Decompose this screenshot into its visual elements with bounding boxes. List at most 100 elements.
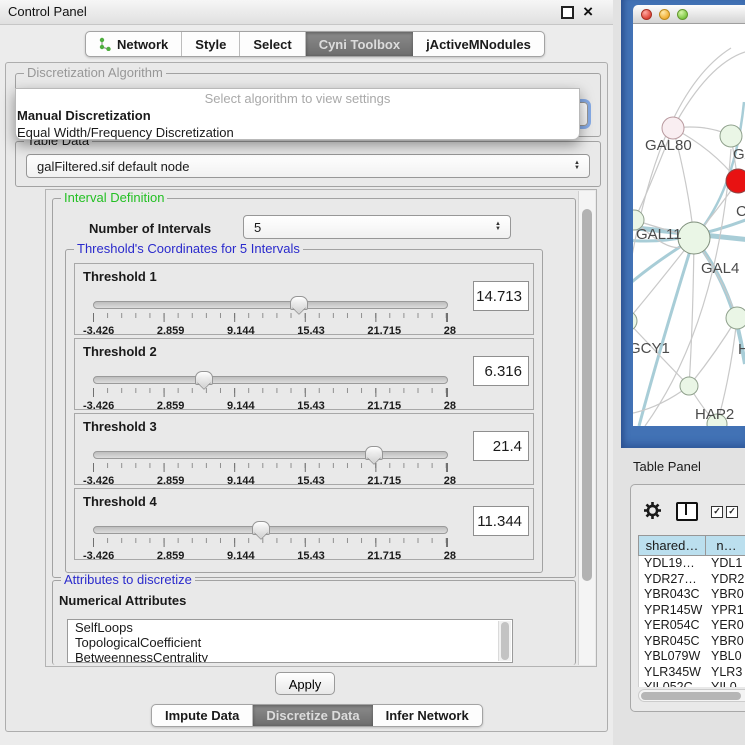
node-label-partial-c[interactable]: C: [736, 203, 745, 220]
checkbox-icon-2[interactable]: ✓: [726, 506, 738, 518]
table-data-combobox[interactable]: galFiltered.sif default node ▲▼: [26, 154, 590, 178]
cell-shared-name[interactable]: YPR145W: [639, 603, 705, 619]
table-row[interactable]: YPR145W YPR1: [639, 603, 745, 619]
close-window-icon[interactable]: [641, 9, 652, 20]
slider-thumb[interactable]: [365, 446, 383, 460]
node-selected-red[interactable]: [726, 169, 745, 193]
cell-shared-name[interactable]: YBL079W: [639, 649, 705, 665]
slider-track[interactable]: [93, 376, 448, 384]
network-window-titlebar[interactable]: [633, 5, 745, 24]
node-h[interactable]: [726, 307, 745, 329]
attribute-list-item[interactable]: BetweennessCentrality: [68, 650, 512, 663]
network-graph: [633, 24, 745, 426]
threshold-value-field[interactable]: 21.4: [473, 431, 529, 461]
threshold-slider[interactable]: -3.426 2.859 9.144 15.43 21.715 28: [93, 371, 448, 409]
thresholds-group: Threshold's Coordinates for 5 Intervals …: [65, 249, 543, 573]
tab-impute-data[interactable]: Impute Data: [152, 705, 253, 726]
node-label-gal80[interactable]: GAL80: [645, 137, 692, 154]
node-gal80[interactable]: [662, 117, 684, 139]
apply-button[interactable]: Apply: [275, 672, 335, 695]
node-label-hap2[interactable]: HAP2: [695, 406, 734, 423]
cell-shared-name[interactable]: YDR27…: [639, 572, 705, 588]
minimize-window-icon[interactable]: [659, 9, 670, 20]
zoom-window-icon[interactable]: [677, 9, 688, 20]
slider-track[interactable]: [93, 526, 448, 534]
cell-name[interactable]: YDL1: [705, 556, 745, 572]
table-row[interactable]: YDL19… YDL1: [639, 556, 745, 572]
algorithm-dropdown-popup: Select algorithm to view settings Manual…: [15, 88, 580, 140]
slider-track[interactable]: [93, 451, 448, 459]
node-label-gcy1[interactable]: GCY1: [633, 340, 670, 357]
cell-shared-name[interactable]: YBR043C: [639, 587, 705, 603]
numerical-attributes-list[interactable]: SelfLoops TopologicalCoefficient Between…: [67, 619, 513, 663]
attributes-scrollbar[interactable]: [498, 621, 511, 661]
tab-jactivemnodules[interactable]: jActiveMNodules: [413, 32, 544, 56]
cell-name[interactable]: YER0: [705, 618, 745, 634]
cell-name[interactable]: YBL0: [705, 649, 745, 665]
tab-network[interactable]: Network: [86, 32, 182, 56]
cell-shared-name[interactable]: YLR345W: [639, 665, 705, 681]
table-row[interactable]: YER054C YER0: [639, 618, 745, 634]
settings-scrollbar-thumb[interactable]: [582, 209, 592, 581]
cell-shared-name[interactable]: YER054C: [639, 618, 705, 634]
node-top-right[interactable]: [720, 125, 742, 147]
cell-shared-name[interactable]: YDL19…: [639, 556, 705, 572]
cell-name[interactable]: YPR1: [705, 603, 745, 619]
cell-name[interactable]: YLR3: [705, 665, 745, 681]
tab-select[interactable]: Select: [240, 32, 305, 56]
table-horizontal-scrollbar[interactable]: [638, 689, 745, 702]
discretization-algorithm-group-title: Discretization Algorithm: [24, 66, 166, 80]
slider-thumb[interactable]: [290, 296, 308, 310]
column-header-shared-name[interactable]: shared…: [639, 536, 706, 555]
table-panel: ✓ ✓ shared… n… YDL19… YDL1 YDR27… YDR2: [630, 484, 745, 712]
network-canvas[interactable]: GAL80 GA C GAL11 GAL4 GCY1 H HAP2: [633, 24, 745, 426]
node-label-partial-h[interactable]: H: [738, 341, 745, 358]
table-row[interactable]: YBR045C YBR0: [639, 634, 745, 650]
gear-icon[interactable]: [643, 501, 662, 520]
attribute-list-item[interactable]: TopologicalCoefficient: [68, 635, 512, 650]
cell-shared-name[interactable]: YIL052C: [639, 680, 705, 687]
table-row[interactable]: YLR345W YLR3: [639, 665, 745, 681]
threshold-slider[interactable]: -3.426 2.859 9.144 15.43 21.715 28: [93, 521, 448, 559]
node-label-gal4[interactable]: GAL4: [701, 260, 739, 277]
table-row[interactable]: YIL052C YIL0: [639, 680, 745, 687]
tab-style[interactable]: Style: [182, 32, 240, 56]
num-intervals-combobox[interactable]: 5 ▲▼: [243, 215, 511, 239]
node-label-gal11[interactable]: GAL11: [636, 226, 682, 243]
column-header-name[interactable]: n…: [706, 536, 745, 555]
attribute-list-item[interactable]: SelfLoops: [68, 620, 512, 635]
cell-name[interactable]: YDR2: [705, 572, 745, 588]
threshold-label: Threshold 4: [83, 494, 157, 509]
slider-track[interactable]: [93, 301, 448, 309]
threshold-slider[interactable]: -3.426 2.859 9.144 15.43 21.715 28: [93, 296, 448, 334]
node-gcy1[interactable]: [633, 311, 637, 331]
algorithm-option-manual[interactable]: Manual Discretization: [16, 107, 579, 124]
threshold-value-field[interactable]: 11.344: [473, 506, 529, 536]
cell-shared-name[interactable]: YBR045C: [639, 634, 705, 650]
node-label-partial-ga[interactable]: GA: [733, 146, 745, 163]
split-table-icon[interactable]: [676, 502, 698, 521]
tab-discretize-data[interactable]: Discretize Data: [253, 705, 372, 726]
algorithm-option-equal-width[interactable]: Equal Width/Frequency Discretization: [16, 124, 579, 141]
node-gal4[interactable]: [678, 222, 710, 254]
close-panel-icon[interactable]: ×: [583, 5, 593, 19]
table-body: YDL19… YDL1 YDR27… YDR2 YBR043C YBR0: [638, 556, 745, 687]
settings-vertical-scrollbar[interactable]: [578, 191, 595, 665]
table-row[interactable]: YDR27… YDR2: [639, 572, 745, 588]
table-row[interactable]: YBR043C YBR0: [639, 587, 745, 603]
tab-cyni-toolbox[interactable]: Cyni Toolbox: [306, 32, 413, 56]
slider-thumb[interactable]: [195, 371, 213, 385]
checkbox-icon-1[interactable]: ✓: [711, 506, 723, 518]
node-hap2[interactable]: [680, 377, 698, 395]
threshold-value-field[interactable]: 14.713: [473, 281, 529, 311]
cell-name[interactable]: YBR0: [705, 634, 745, 650]
tab-infer-network[interactable]: Infer Network: [373, 705, 482, 726]
table-row[interactable]: YBL079W YBL0: [639, 649, 745, 665]
cell-name[interactable]: YBR0: [705, 587, 745, 603]
network-view-frame[interactable]: GAL80 GA C GAL11 GAL4 GCY1 H HAP2: [621, 0, 745, 448]
slider-thumb[interactable]: [252, 521, 270, 535]
float-panel-icon[interactable]: [561, 6, 574, 19]
threshold-slider[interactable]: -3.426 2.859 9.144 15.43 21.715 28: [93, 446, 448, 484]
cell-name[interactable]: YIL0: [705, 680, 745, 687]
threshold-value-field[interactable]: 6.316: [473, 356, 529, 386]
